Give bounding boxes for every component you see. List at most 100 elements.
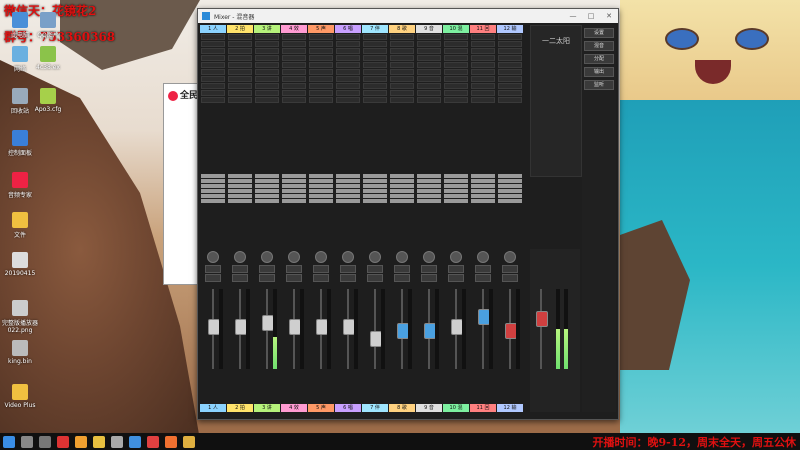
app-icon[interactable]: [129, 435, 141, 448]
send-slot[interactable]: [309, 199, 333, 203]
maximize-icon[interactable]: □: [582, 12, 600, 20]
track-header[interactable]: 6 唱: [335, 25, 361, 33]
insert-slot[interactable]: [471, 34, 495, 40]
insert-slot[interactable]: [228, 83, 252, 89]
send-slot[interactable]: [336, 184, 360, 188]
insert-slot[interactable]: [363, 69, 387, 75]
desktop-icon[interactable]: QQ图片: [28, 12, 68, 39]
insert-slot[interactable]: [282, 69, 306, 75]
insert-slot[interactable]: [390, 83, 414, 89]
insert-slot[interactable]: [444, 90, 468, 96]
insert-slot[interactable]: [336, 90, 360, 96]
insert-slot[interactable]: [282, 97, 306, 103]
insert-slot[interactable]: [363, 34, 387, 40]
send-slot[interactable]: [228, 189, 252, 193]
send-slot[interactable]: [498, 199, 522, 203]
send-slot[interactable]: [498, 179, 522, 183]
folder-icon[interactable]: [93, 435, 105, 448]
track-header[interactable]: 8 歌: [389, 25, 415, 33]
mute-button[interactable]: [232, 265, 248, 273]
track-header[interactable]: 3 讲: [254, 25, 280, 33]
insert-slot[interactable]: [282, 76, 306, 82]
insert-slot[interactable]: [255, 55, 279, 61]
send-slot[interactable]: [498, 194, 522, 198]
send-slot[interactable]: [309, 174, 333, 178]
solo-button[interactable]: [340, 274, 356, 282]
solo-button[interactable]: [205, 274, 221, 282]
insert-slot[interactable]: [255, 90, 279, 96]
mute-button[interactable]: [475, 265, 491, 273]
send-slot[interactable]: [417, 189, 441, 193]
send-slot[interactable]: [363, 179, 387, 183]
insert-slot[interactable]: [282, 34, 306, 40]
send-slot[interactable]: [228, 174, 252, 178]
send-slot[interactable]: [309, 184, 333, 188]
send-slot[interactable]: [471, 179, 495, 183]
insert-slot[interactable]: [498, 69, 522, 75]
send-slot[interactable]: [471, 189, 495, 193]
send-slot[interactable]: [282, 179, 306, 183]
insert-slot[interactable]: [390, 76, 414, 82]
solo-button[interactable]: [313, 274, 329, 282]
insert-slot[interactable]: [444, 76, 468, 82]
pan-knob[interactable]: [369, 251, 381, 263]
pan-knob[interactable]: [207, 251, 219, 263]
side-button[interactable]: 设置: [584, 28, 614, 38]
insert-slot[interactable]: [309, 55, 333, 61]
insert-slot[interactable]: [390, 97, 414, 103]
insert-slot[interactable]: [444, 97, 468, 103]
mute-button[interactable]: [421, 265, 437, 273]
solo-button[interactable]: [259, 274, 275, 282]
insert-slot[interactable]: [309, 69, 333, 75]
send-slot[interactable]: [390, 199, 414, 203]
insert-slot[interactable]: [471, 76, 495, 82]
insert-slot[interactable]: [471, 83, 495, 89]
mute-button[interactable]: [502, 265, 518, 273]
send-slot[interactable]: [390, 179, 414, 183]
insert-slot[interactable]: [417, 34, 441, 40]
insert-slot[interactable]: [471, 41, 495, 47]
send-slot[interactable]: [309, 189, 333, 193]
app-icon[interactable]: [183, 435, 195, 448]
insert-slot[interactable]: [417, 62, 441, 68]
insert-slot[interactable]: [336, 34, 360, 40]
solo-button[interactable]: [502, 274, 518, 282]
send-slot[interactable]: [336, 174, 360, 178]
send-slot[interactable]: [471, 174, 495, 178]
app-icon[interactable]: [111, 435, 123, 448]
insert-slot[interactable]: [471, 97, 495, 103]
send-slot[interactable]: [201, 189, 225, 193]
insert-slot[interactable]: [201, 41, 225, 47]
mute-button[interactable]: [286, 265, 302, 273]
app-icon[interactable]: [165, 435, 177, 448]
pan-knob[interactable]: [315, 251, 327, 263]
insert-slot[interactable]: [309, 76, 333, 82]
send-slot[interactable]: [444, 189, 468, 193]
insert-slot[interactable]: [282, 90, 306, 96]
insert-slot[interactable]: [390, 48, 414, 54]
insert-slot[interactable]: [444, 41, 468, 47]
insert-slot[interactable]: [336, 55, 360, 61]
insert-slot[interactable]: [255, 69, 279, 75]
insert-slot[interactable]: [363, 48, 387, 54]
send-slot[interactable]: [336, 194, 360, 198]
browser-icon[interactable]: [75, 435, 87, 448]
insert-slot[interactable]: [201, 97, 225, 103]
send-slot[interactable]: [417, 194, 441, 198]
mute-button[interactable]: [259, 265, 275, 273]
insert-slot[interactable]: [309, 83, 333, 89]
track-header[interactable]: 2 拍: [227, 25, 253, 33]
insert-slot[interactable]: [444, 69, 468, 75]
send-slot[interactable]: [444, 179, 468, 183]
insert-slot[interactable]: [390, 90, 414, 96]
send-slot[interactable]: [255, 184, 279, 188]
send-slot[interactable]: [255, 199, 279, 203]
send-slot[interactable]: [471, 199, 495, 203]
insert-slot[interactable]: [363, 97, 387, 103]
send-slot[interactable]: [255, 179, 279, 183]
mute-button[interactable]: [367, 265, 383, 273]
send-slot[interactable]: [201, 199, 225, 203]
insert-slot[interactable]: [390, 34, 414, 40]
insert-slot[interactable]: [336, 69, 360, 75]
insert-slot[interactable]: [201, 69, 225, 75]
